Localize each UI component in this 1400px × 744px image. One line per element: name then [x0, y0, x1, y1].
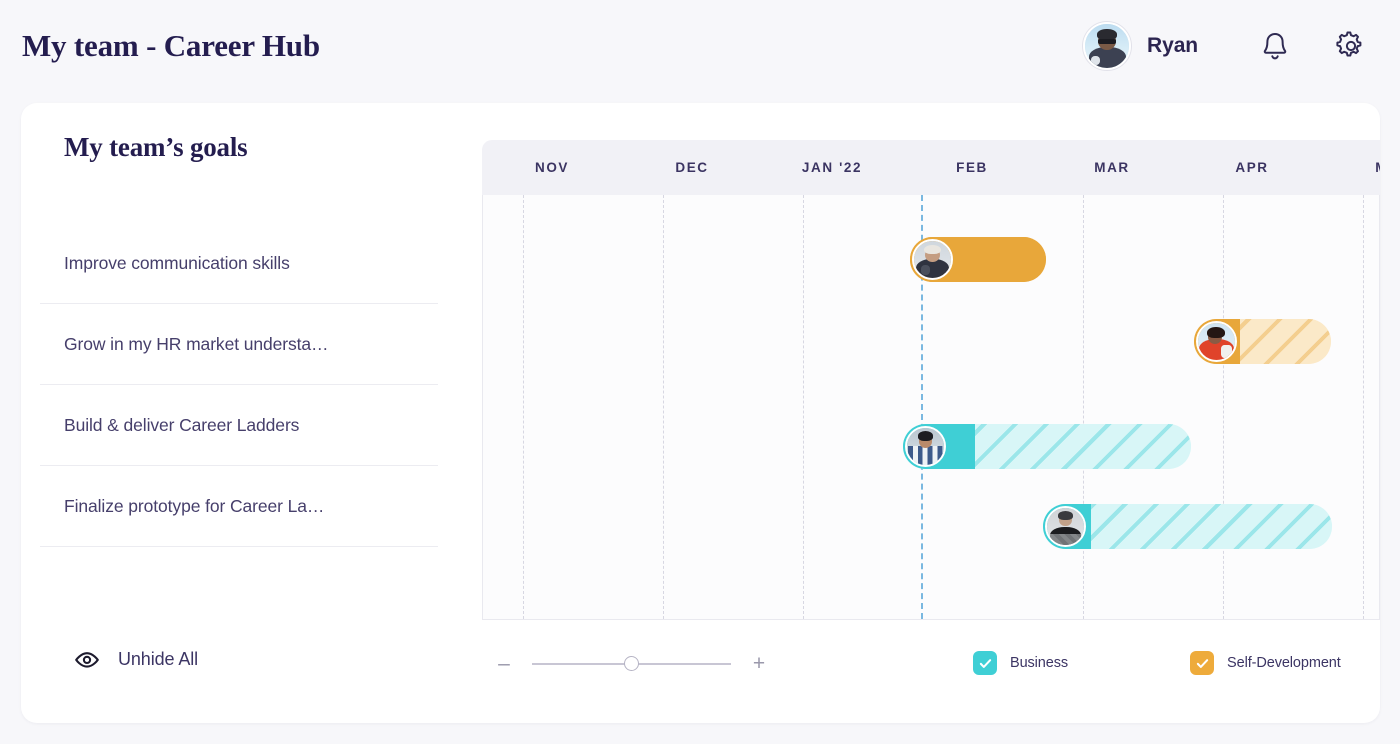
check-icon: [1196, 657, 1209, 670]
gridline: [1363, 195, 1364, 619]
gridline: [523, 195, 524, 619]
goals-panel-title: My team’s goals: [64, 132, 247, 163]
assignee-avatar-photo[interactable]: [912, 239, 953, 280]
gantt-bar-improve-communication-skills[interactable]: [910, 237, 1046, 282]
gridline: [1223, 195, 1224, 619]
month-label: MAR: [1042, 140, 1182, 195]
goal-list-item[interactable]: Improve communication skills: [40, 223, 438, 304]
zoom-slider-thumb[interactable]: [624, 656, 639, 671]
checkbox-business[interactable]: [973, 651, 997, 675]
month-label: JAN '22: [762, 140, 902, 195]
header-actions: Ryan: [1083, 22, 1374, 70]
gantt-bar-finalize-prototype-career-ladders[interactable]: [1043, 504, 1332, 549]
user-name: Ryan: [1147, 34, 1198, 58]
user-avatar-photo[interactable]: [1083, 22, 1131, 70]
timeline-panel: NOV DEC JAN '22 FEB MAR APR MAY: [462, 140, 1380, 620]
zoom-slider-track[interactable]: [532, 663, 731, 665]
gridline: [803, 195, 804, 619]
unhide-all-button[interactable]: Unhide All: [74, 649, 198, 670]
page-title: My team - Career Hub: [22, 28, 320, 64]
goals-list: Improve communication skills Grow in my …: [40, 223, 438, 547]
settings-button[interactable]: [1328, 23, 1374, 69]
month-label: APR: [1182, 140, 1322, 195]
assignee-avatar-photo[interactable]: [1045, 506, 1086, 547]
legend-item-business[interactable]: Business: [973, 651, 1068, 675]
notifications-button[interactable]: [1252, 23, 1298, 69]
goal-label: Build & deliver Career Ladders: [64, 415, 299, 436]
timeline-month-header: NOV DEC JAN '22 FEB MAR APR MAY: [482, 140, 1380, 195]
assignee-avatar-photo[interactable]: [1196, 321, 1237, 362]
zoom-slider-control[interactable]: – +: [494, 652, 769, 676]
checkbox-self-development[interactable]: [1190, 651, 1214, 675]
month-label: NOV: [482, 140, 622, 195]
card-footer: Unhide All – + Business: [21, 623, 1380, 723]
eye-icon: [74, 650, 100, 670]
gantt-bar-grow-hr-market-understanding[interactable]: [1194, 319, 1331, 364]
goal-label: Grow in my HR market understa…: [64, 334, 328, 355]
app-header: My team - Career Hub Ryan: [0, 0, 1400, 92]
goal-list-item[interactable]: Finalize prototype for Career La…: [40, 466, 438, 547]
legend-label: Self-Development: [1227, 655, 1341, 671]
goal-label: Finalize prototype for Career La…: [64, 496, 324, 517]
user-menu[interactable]: Ryan: [1083, 22, 1198, 70]
unhide-all-label: Unhide All: [118, 649, 198, 670]
goal-list-item[interactable]: Build & deliver Career Ladders: [40, 385, 438, 466]
category-legend: Business Self-Development: [973, 651, 1341, 675]
main-card: My team’s goals Improve communication sk…: [21, 103, 1380, 723]
zoom-in-button[interactable]: +: [749, 652, 769, 676]
legend-item-self-development[interactable]: Self-Development: [1190, 651, 1341, 675]
month-label: FEB: [902, 140, 1042, 195]
gridline: [1083, 195, 1084, 619]
legend-label: Business: [1010, 655, 1068, 671]
month-label: DEC: [622, 140, 762, 195]
gridline: [663, 195, 664, 619]
goal-label: Improve communication skills: [64, 253, 290, 274]
month-label: MAY: [1322, 140, 1380, 195]
check-icon: [979, 657, 992, 670]
gear-icon: [1335, 30, 1367, 62]
zoom-out-button[interactable]: –: [494, 652, 514, 676]
assignee-avatar-photo[interactable]: [905, 426, 946, 467]
timeline-grid[interactable]: [482, 195, 1380, 620]
bell-icon: [1260, 30, 1290, 62]
gantt-bar-build-deliver-career-ladders[interactable]: [903, 424, 1191, 469]
goal-list-item[interactable]: Grow in my HR market understa…: [40, 304, 438, 385]
